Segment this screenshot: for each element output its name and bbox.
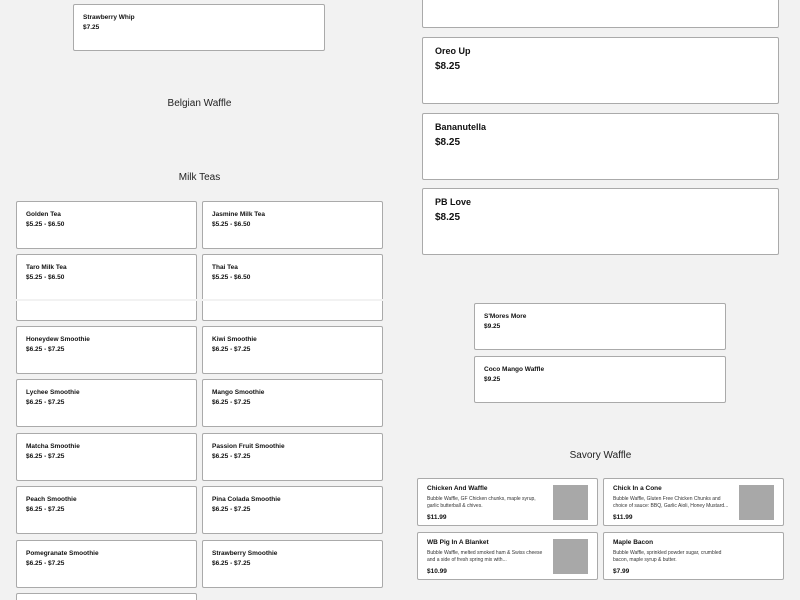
item-image xyxy=(553,539,588,574)
item-name: WB Pig In A Blanket xyxy=(427,539,489,546)
item-price: $8.25 xyxy=(435,212,461,223)
menu-item[interactable]: Maple Bacon Bubble Waffle, sprinkled pow… xyxy=(603,532,784,580)
item-name: PB Love xyxy=(435,197,472,207)
menu-item-coco-mango[interactable]: Coco Mango Waffle $9.25 xyxy=(474,356,726,403)
menu-item[interactable]: Jasmine Milk Tea $5.25 - $6.50 xyxy=(202,201,383,249)
menu-item[interactable]: Lychee Smoothie $6.25 - $7.25 xyxy=(16,379,197,427)
menu-item[interactable]: Thai Tea $5.25 - $6.50 xyxy=(202,254,383,299)
item-price: $7.99 xyxy=(613,568,630,575)
item-price: $6.25 - $7.25 xyxy=(212,399,251,406)
menu-item-partial[interactable] xyxy=(422,0,779,28)
item-name: Chicken And Waffle xyxy=(427,485,488,492)
menu-item[interactable]: Strawberry Smoothie $6.25 - $7.25 xyxy=(202,540,383,588)
item-name: Coco Mango Waffle xyxy=(484,366,545,373)
menu-item[interactable]: WB Pig In A Blanket Bubble Waffle, melte… xyxy=(417,532,598,580)
item-name: Peach Smoothie xyxy=(26,496,77,503)
menu-item[interactable]: Kiwi Smoothie $6.25 - $7.25 xyxy=(202,326,383,374)
item-name: Strawberry Whip xyxy=(83,14,135,21)
panel-top-right: Oreo Up $8.25 Bananutella $8.25 PB Love … xyxy=(401,0,800,299)
item-name: Pomegranate Smoothie xyxy=(26,550,99,557)
item-price: $9.25 xyxy=(484,323,501,330)
item-name: Chick In a Cone xyxy=(613,485,662,492)
item-price: $10.99 xyxy=(427,568,447,575)
item-description: Bubble Waffle, sprinkled powder sugar, c… xyxy=(613,550,722,563)
menu-item[interactable]: Taro Milk Tea $5.25 - $6.50 xyxy=(16,254,197,299)
item-price: $11.99 xyxy=(613,514,633,521)
item-name: Maple Bacon xyxy=(613,539,654,546)
menu-item[interactable]: Mango Smoothie $6.25 - $7.25 xyxy=(202,379,383,427)
menu-item-partial[interactable] xyxy=(16,593,197,600)
menu-item[interactable]: Pomegranate Smoothie $6.25 - $7.25 xyxy=(16,540,197,588)
menu-item[interactable]: Matcha Smoothie $6.25 - $7.25 xyxy=(16,433,197,481)
item-price: $6.25 - $7.25 xyxy=(26,399,65,406)
item-name: Kiwi Smoothie xyxy=(212,336,257,343)
menu-item[interactable]: Bananutella $8.25 xyxy=(422,113,779,180)
menu-item[interactable]: Oreo Up $8.25 xyxy=(422,37,779,104)
item-name: Thai Tea xyxy=(212,264,238,271)
item-name: Lychee Smoothie xyxy=(26,389,80,396)
item-name: Mango Smoothie xyxy=(212,389,265,396)
item-name: Strawberry Smoothie xyxy=(212,550,278,557)
item-price: $6.25 - $7.25 xyxy=(212,346,251,353)
section-title-milk-teas: Milk Teas xyxy=(178,172,221,183)
item-price: $6.25 - $7.25 xyxy=(26,560,65,567)
menu-item[interactable]: Peach Smoothie $6.25 - $7.25 xyxy=(16,486,197,534)
item-name: Jasmine Milk Tea xyxy=(212,211,265,218)
item-price: $6.25 - $7.25 xyxy=(212,506,251,513)
item-price: $6.25 - $7.25 xyxy=(26,453,65,460)
menu-item-strawberry-whip[interactable]: Strawberry Whip $7.25 xyxy=(73,4,325,51)
item-price: $6.25 - $7.25 xyxy=(26,346,65,353)
item-description: Bubble Waffle, GF Chicken chunks, maple … xyxy=(427,496,536,509)
item-name: Golden Tea xyxy=(26,211,61,218)
item-price: $8.25 xyxy=(435,137,461,148)
item-price: $6.25 - $7.25 xyxy=(212,560,251,567)
item-name: Taro Milk Tea xyxy=(26,264,67,271)
item-price: $8.25 xyxy=(435,61,461,72)
item-name: Oreo Up xyxy=(435,46,471,56)
item-description: Bubble Waffle, Gluten Free Chicken Chunk… xyxy=(613,496,729,509)
item-name: S'Mores More xyxy=(484,313,527,320)
item-image xyxy=(739,485,774,520)
item-price: $5.25 - $6.50 xyxy=(212,221,251,228)
section-title-belgian-waffle: Belgian Waffle xyxy=(167,98,232,109)
menu-item[interactable]: Chick In a Cone Bubble Waffle, Gluten Fr… xyxy=(603,478,784,526)
menu-item-partial[interactable] xyxy=(16,301,197,321)
item-price: $6.25 - $7.25 xyxy=(212,453,251,460)
item-price: $5.25 - $6.50 xyxy=(26,274,65,281)
panel-top-left: Strawberry Whip $7.25 Belgian Waffle Mil… xyxy=(0,0,399,299)
item-price: $7.25 xyxy=(83,24,100,31)
menu-item[interactable]: Passion Fruit Smoothie $6.25 - $7.25 xyxy=(202,433,383,481)
menu-item-smores[interactable]: S'Mores More $9.25 xyxy=(474,303,726,350)
menu-item-partial[interactable] xyxy=(202,301,383,321)
item-price: $11.99 xyxy=(427,514,447,521)
menu-item[interactable]: Honeydew Smoothie $6.25 - $7.25 xyxy=(16,326,197,374)
item-name: Passion Fruit Smoothie xyxy=(212,443,285,450)
item-price: $5.25 - $6.50 xyxy=(212,274,251,281)
item-price: $6.25 - $7.25 xyxy=(26,506,65,513)
item-price: $9.25 xyxy=(484,376,501,383)
item-image xyxy=(553,485,588,520)
item-name: Pina Colada Smoothie xyxy=(212,496,281,503)
menu-item[interactable]: Chicken And Waffle Bubble Waffle, GF Chi… xyxy=(417,478,598,526)
menu-item[interactable]: Pina Colada Smoothie $6.25 - $7.25 xyxy=(202,486,383,534)
item-name: Bananutella xyxy=(435,122,487,132)
section-title-savory-waffle: Savory Waffle xyxy=(569,450,632,461)
panel-bottom-right: S'Mores More $9.25 Coco Mango Waffle $9.… xyxy=(401,301,800,600)
item-name: Matcha Smoothie xyxy=(26,443,80,450)
panel-bottom-left: Honeydew Smoothie $6.25 - $7.25 Kiwi Smo… xyxy=(0,301,399,600)
item-name: Honeydew Smoothie xyxy=(26,336,90,343)
menu-item[interactable]: PB Love $8.25 xyxy=(422,188,779,255)
item-description: Bubble Waffle, melted smoked ham & Swiss… xyxy=(427,550,543,563)
menu-item[interactable]: Golden Tea $5.25 - $6.50 xyxy=(16,201,197,249)
item-price: $5.25 - $6.50 xyxy=(26,221,65,228)
